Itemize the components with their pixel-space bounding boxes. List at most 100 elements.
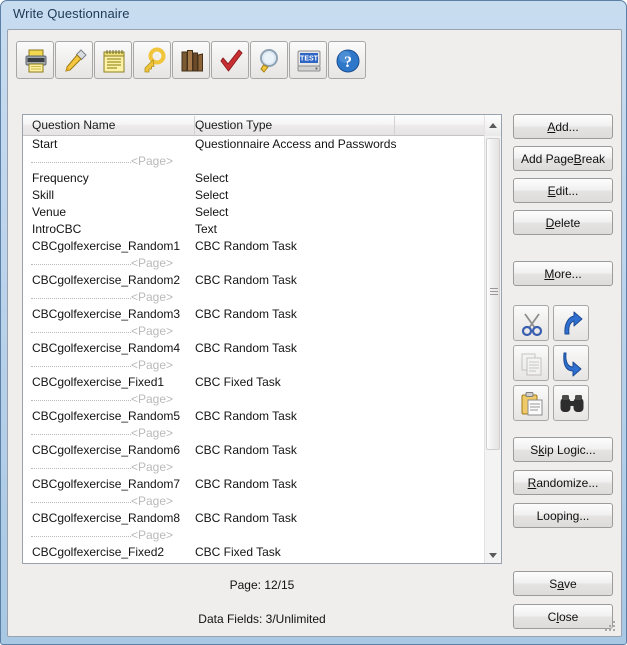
table-row[interactable]: Skill Select [23,187,486,204]
page-break-line [31,366,131,367]
test-monitor-icon-button[interactable]: TEST [289,41,327,79]
test-monitor-icon: TEST [297,50,321,72]
move-up-button[interactable] [553,305,589,341]
help-icon-button[interactable]: ? [328,41,366,79]
add-page-break-label-pre: Add Page [520,151,574,166]
page-break-row[interactable]: <Page> [23,357,486,374]
page-break-row[interactable]: <Page> [23,289,486,306]
page-break-line [31,502,131,503]
page-break-line [31,162,131,163]
cut-button[interactable] [513,305,549,341]
cell-question-type: CBC Random Task [195,239,297,253]
save-button[interactable]: Sa ve [513,571,613,596]
cell-question-name: Start [32,137,58,151]
table-row[interactable]: CBCgolfexercise_Random1 CBC Random Task [23,238,486,255]
key-icon-button[interactable] [133,41,171,79]
page-break-label: <Page> [131,426,174,440]
add-accel: A [547,119,556,134]
page-break-row[interactable]: <Page> [23,323,486,340]
table-row[interactable]: CBCgolfexercise_Random3 CBC Random Task [23,306,486,323]
looping-button[interactable]: Loopin g... [513,503,613,528]
cell-question-type: CBC Random Task [195,511,297,525]
delete-accel: D [545,215,555,230]
table-row[interactable]: CBCgolfexercise_Fixed2 CBC Fixed Task [23,544,486,561]
svg-text:TEST: TEST [300,56,319,63]
table-row[interactable]: Start Questionnaire Access and Passwords [23,136,486,153]
close-button[interactable]: Cl ose [513,604,613,629]
print-icon-button[interactable] [16,41,54,79]
page-break-label: <Page> [131,392,174,406]
copy-button[interactable] [513,345,549,381]
checkmark-icon [220,49,243,72]
column-header-question-type[interactable]: Question Type [195,118,272,132]
randomize-label-post: andomize... [536,475,599,490]
column-divider-2[interactable] [394,116,395,135]
page-break-label: <Page> [131,494,174,508]
cell-question-name: Venue [32,205,67,219]
resize-grip[interactable] [605,621,617,633]
cell-question-type: Select [195,171,229,185]
list-rows: Start Questionnaire Access and Passwords <… [23,136,486,563]
table-row[interactable]: CBCgolfexercise_Random8 CBC Random Task [23,510,486,527]
table-row[interactable]: Venue Select [23,204,486,221]
page-break-row[interactable]: <Page> [23,493,486,510]
page-break-label: <Page> [131,358,174,372]
notepad-icon-button[interactable] [94,41,132,79]
column-divider-1[interactable] [194,116,195,135]
list-header: Question Name Question Type [23,115,501,136]
cell-question-name: CBCgolfexercise_Random8 [32,511,181,525]
skip-logic-button[interactable]: Sk ip Logic... [513,437,613,462]
books-icon-button[interactable] [172,41,210,79]
scroll-down-button[interactable] [485,547,501,563]
screwdriver-icon [65,49,87,72]
delete-label-post: elete [554,215,581,230]
cell-question-type: CBC Fixed Task [195,375,281,389]
table-row[interactable]: Frequency Select [23,170,486,187]
vertical-scrollbar[interactable] [484,136,501,563]
title-bar: Write Questionnaire [1,1,626,29]
page-break-label: <Page> [131,290,174,304]
data-fields-status: Data Fields: 3/Unlimited [198,612,326,626]
key-icon [144,47,166,73]
checkmark-icon-button[interactable] [211,41,249,79]
table-row[interactable]: IntroCBC Text [23,221,486,238]
add-button[interactable]: Add... [513,114,613,139]
cell-question-name: CBCgolfexercise_Random1 [32,239,181,253]
page-break-row[interactable]: <Page> [23,255,486,272]
page-break-row[interactable]: <Page> [23,153,486,170]
add-label-post: dd... [555,119,579,134]
delete-button[interactable]: Delete [513,210,613,235]
close-label-post: ose [558,609,579,624]
scroll-up-button[interactable] [484,115,501,136]
question-list[interactable]: Question Name Question Type Start Questio… [22,114,502,564]
paste-button[interactable] [513,385,549,421]
page-break-row[interactable]: <Page> [23,459,486,476]
table-row[interactable]: CBCgolfexercise_Fixed1 CBC Fixed Task [23,374,486,391]
more-button[interactable]: More... [513,261,613,286]
table-row[interactable]: CBCgolfexercise_Random2 CBC Random Task [23,272,486,289]
table-row[interactable]: CBCgolfexercise_Random6 CBC Random Task [23,442,486,459]
add-page-break-accel: B [573,151,582,166]
find-button[interactable] [553,385,589,421]
move-down-button[interactable] [553,345,589,381]
copy-icon [521,353,542,376]
add-page-break-button[interactable]: Add Page Break [513,146,613,171]
edit-button[interactable]: Edit... [513,178,613,203]
magnifier-icon-button[interactable] [250,41,288,79]
more-accel: M [544,266,555,281]
table-row[interactable]: CBCgolfexercise_Random5 CBC Random Task [23,408,486,425]
svg-text:?: ? [344,54,352,71]
column-header-question-name[interactable]: Question Name [32,118,115,132]
screwdriver-icon-button[interactable] [55,41,93,79]
page-break-row[interactable]: <Page> [23,391,486,408]
table-row[interactable]: CBCgolfexercise_Random7 CBC Random Task [23,476,486,493]
page-break-label: <Page> [131,528,174,542]
cell-question-type: CBC Random Task [195,273,297,287]
scrollbar-thumb[interactable] [486,138,500,450]
table-row[interactable]: CBCgolfexercise_Random4 CBC Random Task [23,340,486,357]
cell-question-name: CBCgolfexercise_Random7 [32,477,181,491]
page-break-row[interactable]: <Page> [23,425,486,442]
randomize-button[interactable]: Randomize... [513,470,613,495]
page-break-row[interactable]: <Page> [23,527,486,544]
page-break-line [31,332,131,333]
